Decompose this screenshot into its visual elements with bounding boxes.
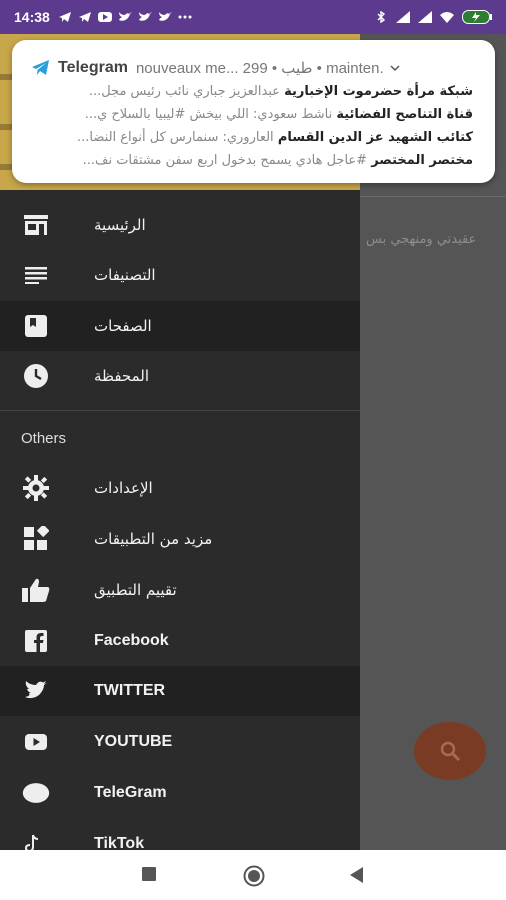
twitter-icon: [22, 677, 50, 705]
drawer-item-label: الصفحات: [94, 317, 152, 335]
drawer-item-rate-app[interactable]: تقييم التطبيق: [0, 565, 360, 615]
store-icon: [22, 211, 50, 239]
divider: [360, 196, 506, 197]
wifi-icon: [440, 12, 454, 23]
notification-header: Telegram nouveaux me... 299 • طيب • main…: [32, 58, 475, 78]
notification-sender: كتائب الشهيد عز الدين القسام: [277, 130, 473, 145]
notification-text: ناشط سعودي: اللي بيخش #ليبيا بالسلاح ي..…: [84, 107, 333, 122]
tiktok-icon: [22, 830, 50, 850]
clock-icon: [22, 362, 50, 390]
navigation-drawer: الرئيسية التصنيفات الصفحات المحفظة Other…: [0, 190, 360, 850]
drawer-item-more-apps[interactable]: مزيد من التطبيقات: [0, 514, 360, 564]
twitter-icon: [158, 12, 172, 21]
drawer-item-label: الإعدادات: [94, 479, 153, 497]
status-time: 14:38: [14, 9, 50, 25]
notification-text: العاروري: سنمارس كل أنواع النضا...: [77, 130, 274, 145]
drawer-item-home[interactable]: الرئيسية: [0, 200, 360, 250]
notification-text: عبدالعزيز جباري نائب رئيس مجل...: [88, 84, 280, 99]
notification-app-name: Telegram: [58, 59, 128, 76]
battery-icon: [462, 10, 492, 24]
background-text: عقيدتي ومنهجي بس: [366, 232, 477, 247]
notification-text: #عاجل هادي يسمح بدخول اربع سفن مشتقات نف…: [82, 153, 368, 168]
drawer-item-youtube[interactable]: YOUTUBE: [0, 717, 360, 767]
search-fab[interactable]: [414, 722, 486, 780]
drawer-item-label: تقييم التطبيق: [94, 581, 177, 599]
drawer-item-label: مزيد من التطبيقات: [94, 530, 213, 548]
notification-line: مختصر المختصر #عاجل هادي يسمح بدخول اربع…: [83, 153, 473, 168]
telegram-icon: [58, 12, 71, 22]
youtube-icon: [22, 728, 50, 756]
list-icon: [22, 261, 50, 289]
telegram-icon: [32, 60, 49, 75]
signal-icon: [396, 11, 410, 23]
telegram-circle-icon: [22, 779, 50, 807]
bookmark-page-icon: [22, 312, 50, 340]
recents-icon[interactable]: [142, 867, 156, 881]
drawer-item-label: TeleGram: [94, 784, 167, 801]
drawer-item-label: الرئيسية: [94, 216, 146, 234]
drawer-item-categories[interactable]: التصنيفات: [0, 250, 360, 300]
system-nav-bar: [0, 850, 506, 900]
notification-sender: مختصر المختصر: [371, 153, 473, 168]
telegram-icon: [78, 12, 91, 22]
drawer-item-settings[interactable]: الإعدادات: [0, 463, 360, 513]
bluetooth-icon: [377, 11, 386, 23]
notification-line: قناة التناصح الفضائية ناشط سعودي: اللي ب…: [85, 107, 473, 122]
telegram-notification[interactable]: Telegram nouveaux me... 299 • طيب • main…: [12, 40, 495, 183]
search-icon: [440, 741, 461, 762]
drawer-item-facebook[interactable]: Facebook: [0, 616, 360, 666]
back-icon[interactable]: [350, 867, 364, 883]
notification-line: كتائب الشهيد عز الدين القسام العاروري: س…: [77, 130, 473, 145]
facebook-icon: [22, 627, 50, 655]
notification-subtitle: nouveaux me... 299 • طيب • mainten.: [135, 60, 384, 77]
drawer-item-label: TWITTER: [94, 682, 166, 699]
youtube-icon: [97, 12, 112, 22]
signal-icon: [418, 11, 432, 23]
drawer-item-label: TikTok: [94, 835, 145, 850]
notification-line: شبكة مرأة حضرموت الإخبارية عبدالعزيز جبا…: [89, 84, 473, 99]
apps-icon: [22, 525, 50, 553]
twitter-icon: [138, 12, 152, 21]
drawer-item-pages[interactable]: الصفحات: [0, 301, 360, 351]
gear-icon: [22, 474, 50, 502]
drawer-item-label: YOUTUBE: [94, 733, 173, 750]
drawer-item-wallet[interactable]: المحفظة: [0, 351, 360, 401]
status-bar: 14:38: [0, 0, 506, 34]
drawer-item-tiktok[interactable]: TikTok: [0, 819, 360, 850]
status-right-icons: [374, 10, 492, 24]
drawer-item-label: التصنيفات: [94, 266, 156, 284]
notification-sender: شبكة مرأة حضرموت الإخبارية: [284, 84, 473, 99]
status-left-icons: [58, 11, 192, 23]
drawer-item-twitter[interactable]: TWITTER: [0, 666, 360, 716]
chevron-down-icon[interactable]: [390, 61, 400, 75]
drawer-item-label: المحفظة: [94, 367, 150, 385]
home-icon[interactable]: [243, 865, 265, 887]
notification-sender: قناة التناصح الفضائية: [336, 107, 473, 122]
drawer-divider: [0, 410, 360, 411]
drawer-item-telegram[interactable]: TeleGram: [0, 768, 360, 818]
more-dots-icon: [178, 15, 192, 19]
drawer-item-label: Facebook: [94, 632, 169, 649]
section-title-others: Others: [21, 430, 67, 447]
thumbs-up-icon: [22, 576, 50, 604]
twitter-icon: [118, 12, 132, 21]
